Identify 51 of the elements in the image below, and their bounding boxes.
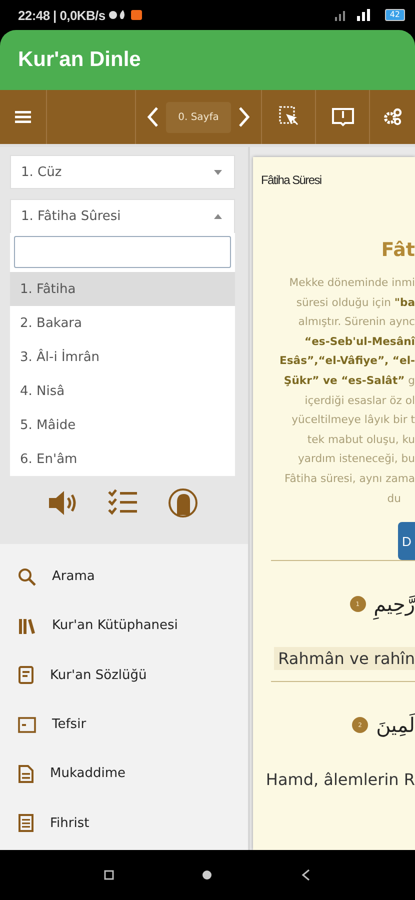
- intro-text-line: yüceltilmeye lâyık bir t: [292, 412, 415, 428]
- note-icon: [18, 716, 36, 733]
- intro-text-line: içerdiği esaslar öz ol: [304, 392, 415, 409]
- next-icon[interactable]: [236, 106, 251, 128]
- sura-header: Fâtiha Süresi: [260, 172, 322, 187]
- menu-item[interactable]: Kur'an Sözlüğü: [0, 650, 248, 700]
- page-field[interactable]: 0. Sayfa: [166, 102, 231, 132]
- menu-item[interactable]: Kur'an Kütüphanesi: [0, 601, 248, 651]
- intro-text-line: Mekke döneminde inmi: [289, 275, 415, 291]
- menu-item[interactable]: Mukaddime: [0, 749, 248, 798]
- menu-item[interactable]: Fihrist: [0, 798, 248, 848]
- previous-icon[interactable]: [146, 106, 160, 128]
- sura-select[interactable]: 1. Fâtiha Sûresi: [10, 199, 235, 233]
- intro-text-line: du: [387, 490, 401, 507]
- menu-item[interactable]: Tefsir: [0, 700, 248, 750]
- intro-text-line: almıştır. Sürenin aync: [298, 314, 415, 330]
- battery-icon: 42: [384, 9, 405, 21]
- intro-text-line: süresi olduğu için "ba: [296, 294, 415, 311]
- action-button[interactable]: D: [398, 522, 415, 560]
- sura-option[interactable]: 6. En'âm: [10, 442, 235, 476]
- sura-option[interactable]: 3. Âl-i İmrân: [10, 340, 235, 374]
- books-icon: [18, 616, 36, 635]
- back-icon[interactable]: [300, 869, 311, 881]
- app-title: Kur'an Dinle: [18, 48, 141, 72]
- intro-text-line: Esâs”,“el-Vâfiye”, “el-: [280, 353, 415, 370]
- menu-icon: [15, 111, 31, 123]
- list-icon: [18, 814, 34, 832]
- juz-select[interactable]: 1. Cüz: [10, 155, 235, 189]
- intro-text-line: “es-Seb'ul-Mesânî: [304, 334, 415, 350]
- search-icon: [18, 568, 36, 586]
- status-text: 22:48 | 0,0KB/s: [18, 8, 106, 22]
- home-icon[interactable]: [202, 870, 212, 880]
- sura-option[interactable]: 4. Nisâ: [10, 374, 235, 408]
- person-icon[interactable]: [168, 488, 198, 518]
- verse-translation: Rahmân ve rahîn: [274, 646, 415, 670]
- search-field[interactable]: [14, 236, 231, 268]
- intro-text-line: Şükr” ve “es-Salât” g: [284, 372, 415, 389]
- recents-icon[interactable]: [104, 870, 114, 880]
- sura-option[interactable]: 2. Bakara: [10, 306, 235, 340]
- verse-translation: Hamd, âlemlerin R: [264, 768, 415, 791]
- intro-text-line: Fâtiha süresi, aynı zama: [284, 470, 415, 487]
- intro-text-line: tek mabut oluşu, ku: [307, 432, 415, 448]
- sura-option[interactable]: 1. Fâtiha: [10, 272, 235, 306]
- sura-title: Fât: [380, 239, 415, 263]
- checklist-icon[interactable]: [108, 489, 138, 517]
- arabic-verse: لَمِينَ: [376, 713, 415, 738]
- intro-text-line: yardım isteneceği, bu: [298, 451, 415, 468]
- document-icon: [18, 666, 34, 684]
- menu-item[interactable]: Arama: [0, 552, 248, 602]
- document-icon: [18, 764, 34, 783]
- sura-option[interactable]: 5. Mâide: [10, 408, 235, 442]
